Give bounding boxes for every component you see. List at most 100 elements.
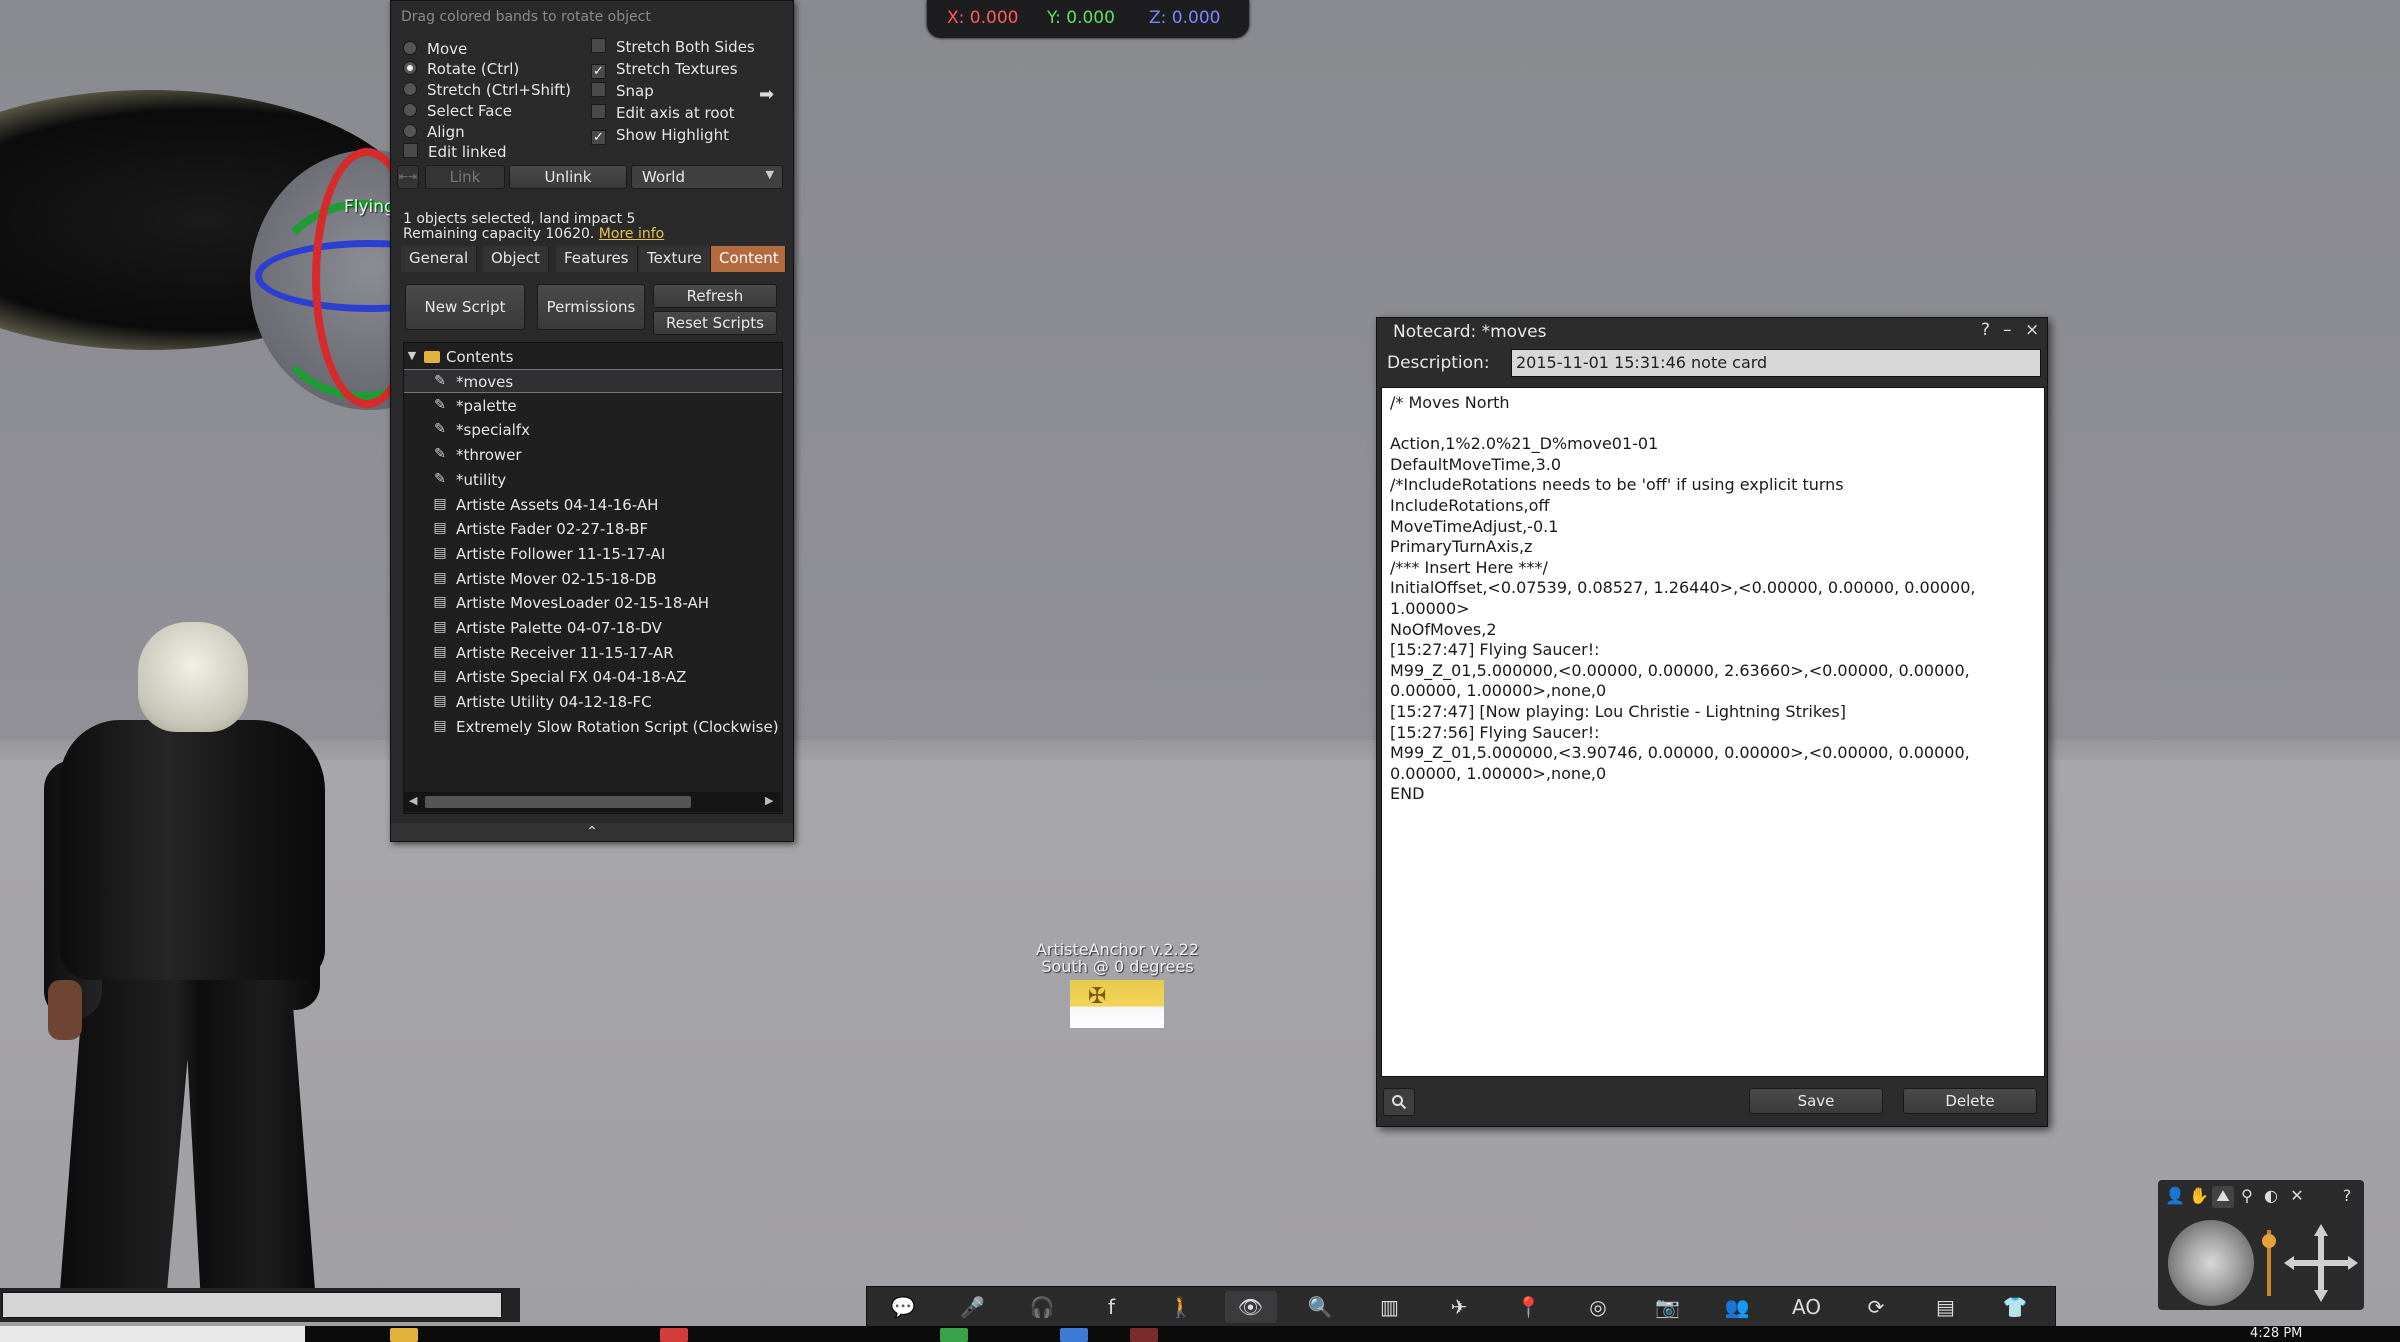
help-icon[interactable]: ? xyxy=(2336,1186,2358,1208)
zoom-slider[interactable] xyxy=(2261,1220,2277,1306)
teleport-icon[interactable]: ✈ xyxy=(1433,1291,1485,1323)
folder-icon[interactable] xyxy=(390,1328,418,1342)
walk-icon[interactable]: 🚶 xyxy=(1155,1291,1207,1323)
view-icon[interactable]: 👁 xyxy=(1224,1291,1277,1323)
expand-arrow-icon[interactable]: ▼ xyxy=(404,348,420,364)
sync-icon[interactable]: ⟳ xyxy=(1850,1291,1902,1323)
reset-scripts-button[interactable]: Reset Scripts xyxy=(653,311,777,335)
inventory-item[interactable]: ▤ Artiste Special FX 04-04-18-AZ xyxy=(404,665,782,689)
tab-general[interactable]: General xyxy=(401,246,478,272)
zoom-knob[interactable] xyxy=(2262,1234,2276,1248)
app-icon[interactable] xyxy=(1130,1328,1158,1342)
artiste-anchor-object[interactable] xyxy=(1070,980,1164,1028)
zoom-icon[interactable]: ⚲ xyxy=(2236,1186,2258,1208)
map-icon[interactable]: ▥ xyxy=(1364,1291,1416,1323)
contents-folder[interactable]: ▼ Contents xyxy=(404,345,782,369)
more-info-link[interactable]: More info xyxy=(599,226,664,242)
landscape-icon[interactable]: ⛰ xyxy=(2212,1186,2234,1208)
notecard-line: M99_Z_01,5.000000,<0.00000, 0.00000, 2.6… xyxy=(1390,660,1970,680)
inventory-item[interactable]: ▤ Artiste Follower 11-15-17-AI xyxy=(404,542,782,566)
snap-checkbox[interactable]: Snap xyxy=(591,82,654,100)
inventory-item[interactable]: ✎ *utility xyxy=(404,468,782,492)
mode-label: Rotate (Ctrl) xyxy=(427,60,520,78)
orbit-joystick[interactable] xyxy=(2168,1220,2254,1306)
inventory-item[interactable]: ▤ Artiste Assets 04-14-16-AH xyxy=(404,493,782,517)
inventory-item-label: Artiste Fader 02-27-18-BF xyxy=(456,520,649,539)
minimize-icon[interactable]: – xyxy=(2003,320,2012,340)
tab-content[interactable]: Content xyxy=(711,246,786,272)
hand-icon[interactable]: ✋ xyxy=(2188,1186,2210,1208)
new-script-button[interactable]: New Script xyxy=(405,284,525,330)
unlink-button[interactable]: Unlink xyxy=(509,165,627,189)
help-icon[interactable]: ? xyxy=(1981,320,1990,340)
description-field[interactable]: 2015-11-01 15:31:46 note card xyxy=(1511,349,2041,377)
object-contents-list[interactable]: ▼ Contents ✎ *moves ✎ *palette ✎ *specialfx ✎ *… xyxy=(403,342,783,814)
tab-object[interactable]: Object xyxy=(483,246,549,272)
show-highlight-checkbox[interactable]: ✓ Show Highlight xyxy=(591,126,729,145)
inventory-item[interactable]: ▤ Artiste Utility 04-12-18-FC xyxy=(404,690,782,714)
chat-input[interactable] xyxy=(2,1292,502,1318)
close-icon[interactable]: ✕ xyxy=(2286,1186,2308,1208)
tab-texture[interactable]: Texture xyxy=(639,246,711,272)
inventory-item[interactable]: ✎ *palette xyxy=(404,394,782,418)
pan-arrows-icon[interactable] xyxy=(2282,1220,2360,1306)
appearance-icon[interactable]: 👕 xyxy=(1989,1291,2041,1323)
notecard-line: M99_Z_01,5.000000,<3.90746, 0.00000, 0.0… xyxy=(1390,743,1970,763)
scroll-thumb[interactable] xyxy=(425,796,691,808)
delete-button[interactable]: Delete xyxy=(1903,1088,2037,1114)
avatar-body[interactable] xyxy=(60,720,325,980)
radar-icon[interactable]: ◎ xyxy=(1572,1291,1624,1323)
inventory-icon[interactable]: ▤ xyxy=(1920,1291,1972,1323)
camera-preset-icon[interactable]: ◐ xyxy=(2260,1186,2282,1208)
permissions-button[interactable]: Permissions xyxy=(537,284,645,330)
inventory-item[interactable]: ✎ *specialfx xyxy=(404,418,782,442)
script-icon: ▤ xyxy=(433,693,447,710)
mode-select-face[interactable]: Select Face xyxy=(403,102,512,120)
taskbar-search-box[interactable] xyxy=(0,1326,305,1342)
chat-icon[interactable]: 💬 xyxy=(877,1291,929,1323)
close-icon[interactable]: × xyxy=(2025,320,2039,340)
places-icon[interactable]: 📍 xyxy=(1503,1291,1555,1323)
save-button[interactable]: Save xyxy=(1749,1088,1883,1114)
link-button[interactable]: Link xyxy=(425,165,505,189)
avatar-view-icon[interactable]: 👤 xyxy=(2164,1186,2186,1208)
inventory-item[interactable]: ▤ Artiste Mover 02-15-18-DB xyxy=(404,567,782,591)
avatar-head[interactable] xyxy=(138,622,248,732)
inventory-item[interactable]: ✎ *thrower xyxy=(404,443,782,467)
collapse-chevron-icon[interactable]: ⌃ xyxy=(391,823,793,841)
mode-stretch[interactable]: Stretch (Ctrl+Shift) xyxy=(403,81,571,99)
facebook-icon[interactable]: f xyxy=(1086,1291,1138,1323)
ao-icon[interactable]: AO xyxy=(1781,1291,1833,1323)
edit-axis-root-checkbox[interactable]: Edit axis at root xyxy=(591,104,735,122)
inventory-item[interactable]: ▤ Artiste Fader 02-27-18-BF xyxy=(404,517,782,541)
app-icon[interactable] xyxy=(1060,1328,1088,1342)
people-icon[interactable]: 👥 xyxy=(1711,1291,1763,1323)
scroll-right-icon[interactable]: ▶ xyxy=(765,794,773,807)
mode-move[interactable]: Move xyxy=(403,40,467,58)
mode-rotate[interactable]: Rotate (Ctrl) xyxy=(403,60,519,78)
inventory-item[interactable]: ▤ Artiste MovesLoader 02-15-18-AH xyxy=(404,591,782,615)
arrow-right-icon[interactable]: ➡ xyxy=(759,84,774,105)
inventory-item[interactable]: ▤ Artiste Palette 04-07-18-DV xyxy=(404,616,782,640)
inventory-item[interactable]: ▤ Artiste Receiver 11-15-17-AR xyxy=(404,641,782,665)
stretch-textures-checkbox[interactable]: ✓ Stretch Textures xyxy=(591,60,738,79)
tab-features[interactable]: Features xyxy=(556,246,638,272)
voice-icon[interactable]: 🎤 xyxy=(947,1291,999,1323)
app-icon[interactable] xyxy=(660,1328,688,1342)
snapshot-icon[interactable]: 📷 xyxy=(1642,1291,1694,1323)
scroll-left-icon[interactable]: ◀ xyxy=(409,794,417,807)
search-button[interactable] xyxy=(1383,1088,1415,1116)
link-arrows-icon[interactable]: ⇤⇥ xyxy=(397,165,419,189)
stretch-both-sides-checkbox[interactable]: Stretch Both Sides xyxy=(591,38,755,56)
ruler-mode-select[interactable]: World ▼ xyxy=(631,165,783,189)
mode-align[interactable]: Align xyxy=(403,123,465,141)
speak-icon[interactable]: 🎧 xyxy=(1016,1291,1068,1323)
inventory-item[interactable]: ✎ *moves xyxy=(404,369,782,393)
edit-linked-checkbox[interactable]: Edit linked xyxy=(403,143,507,161)
horizontal-scrollbar[interactable]: ◀ ▶ xyxy=(403,792,781,812)
app-icon[interactable] xyxy=(940,1328,968,1342)
inventory-item[interactable]: ▤ Extremely Slow Rotation Script (Clockwi… xyxy=(404,715,782,739)
refresh-button[interactable]: Refresh xyxy=(653,284,777,308)
notecard-text-editor[interactable]: /* Moves North Action,1%2.0%21_D%move01-0… xyxy=(1381,387,2045,1077)
search-icon[interactable]: 🔍 xyxy=(1294,1291,1346,1323)
